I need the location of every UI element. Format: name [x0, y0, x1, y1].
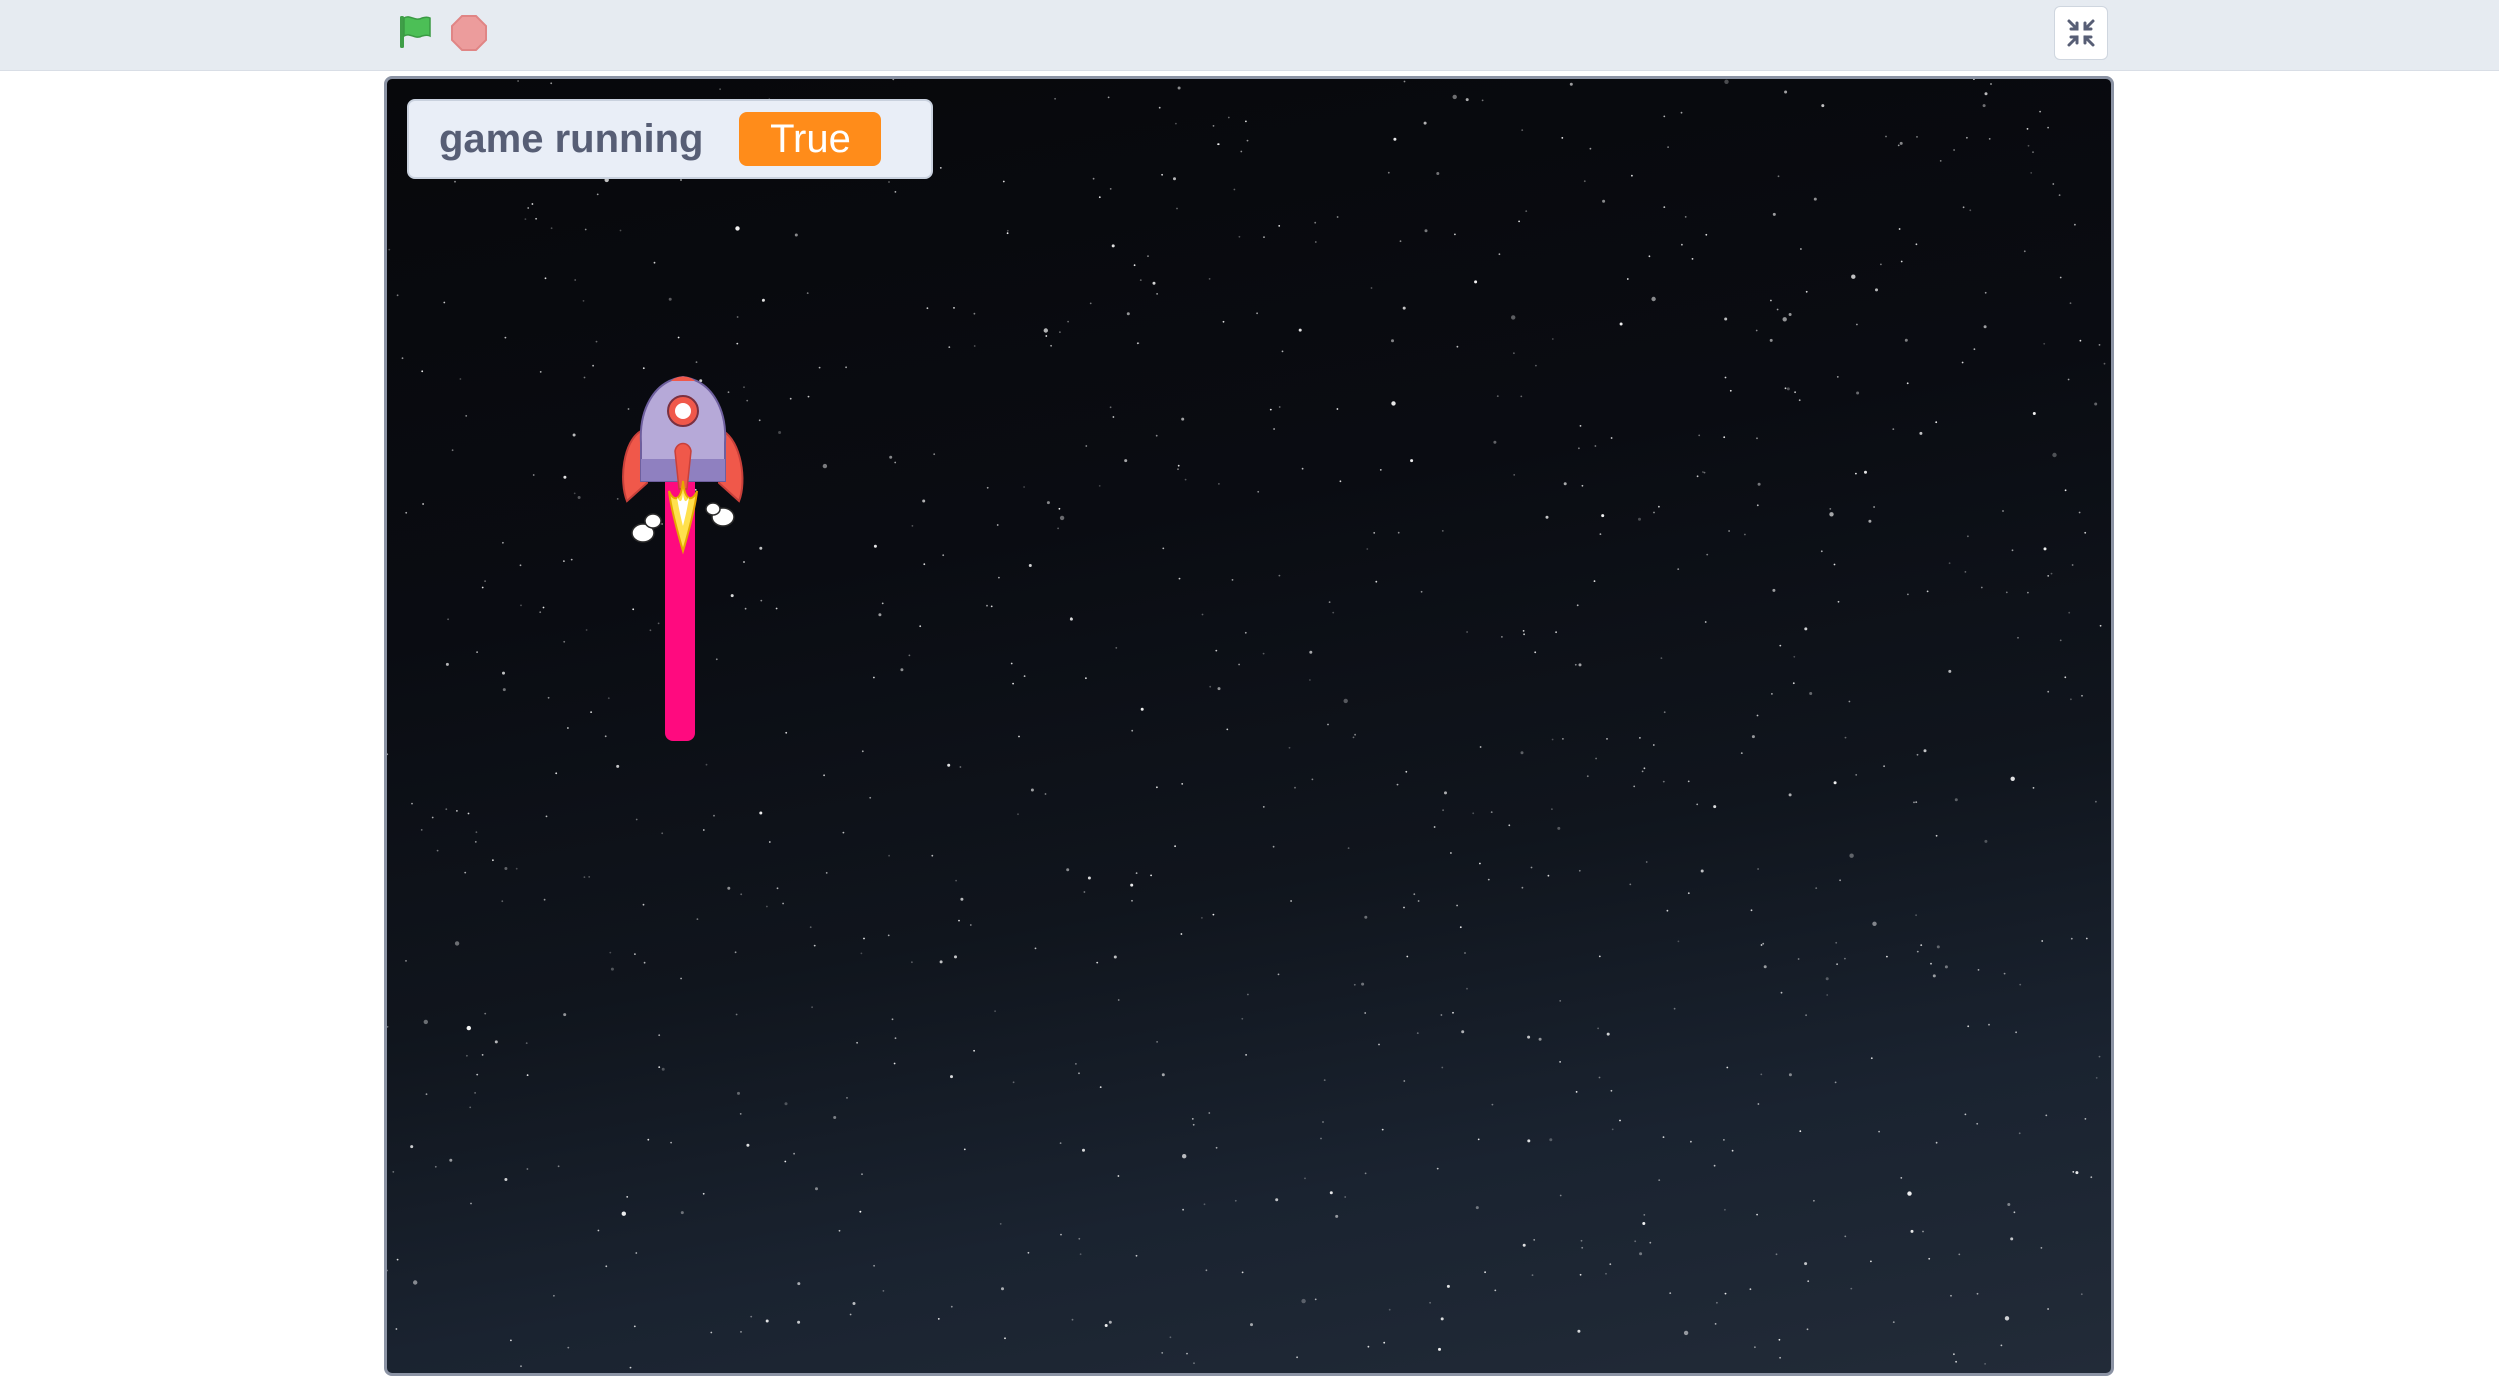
stage-header: [0, 0, 2499, 71]
variable-monitor[interactable]: game running True: [407, 99, 933, 179]
monitor-value: True: [739, 112, 882, 166]
monitor-label: game running: [439, 116, 704, 161]
stage[interactable]: game running True: [384, 76, 2114, 1376]
rocket-icon[interactable]: [613, 371, 753, 741]
exit-fullscreen-icon: [2067, 19, 2095, 47]
exit-fullscreen-button[interactable]: [2054, 6, 2108, 60]
stop-sign-icon[interactable]: [450, 14, 488, 52]
green-flag-icon[interactable]: [395, 12, 435, 52]
